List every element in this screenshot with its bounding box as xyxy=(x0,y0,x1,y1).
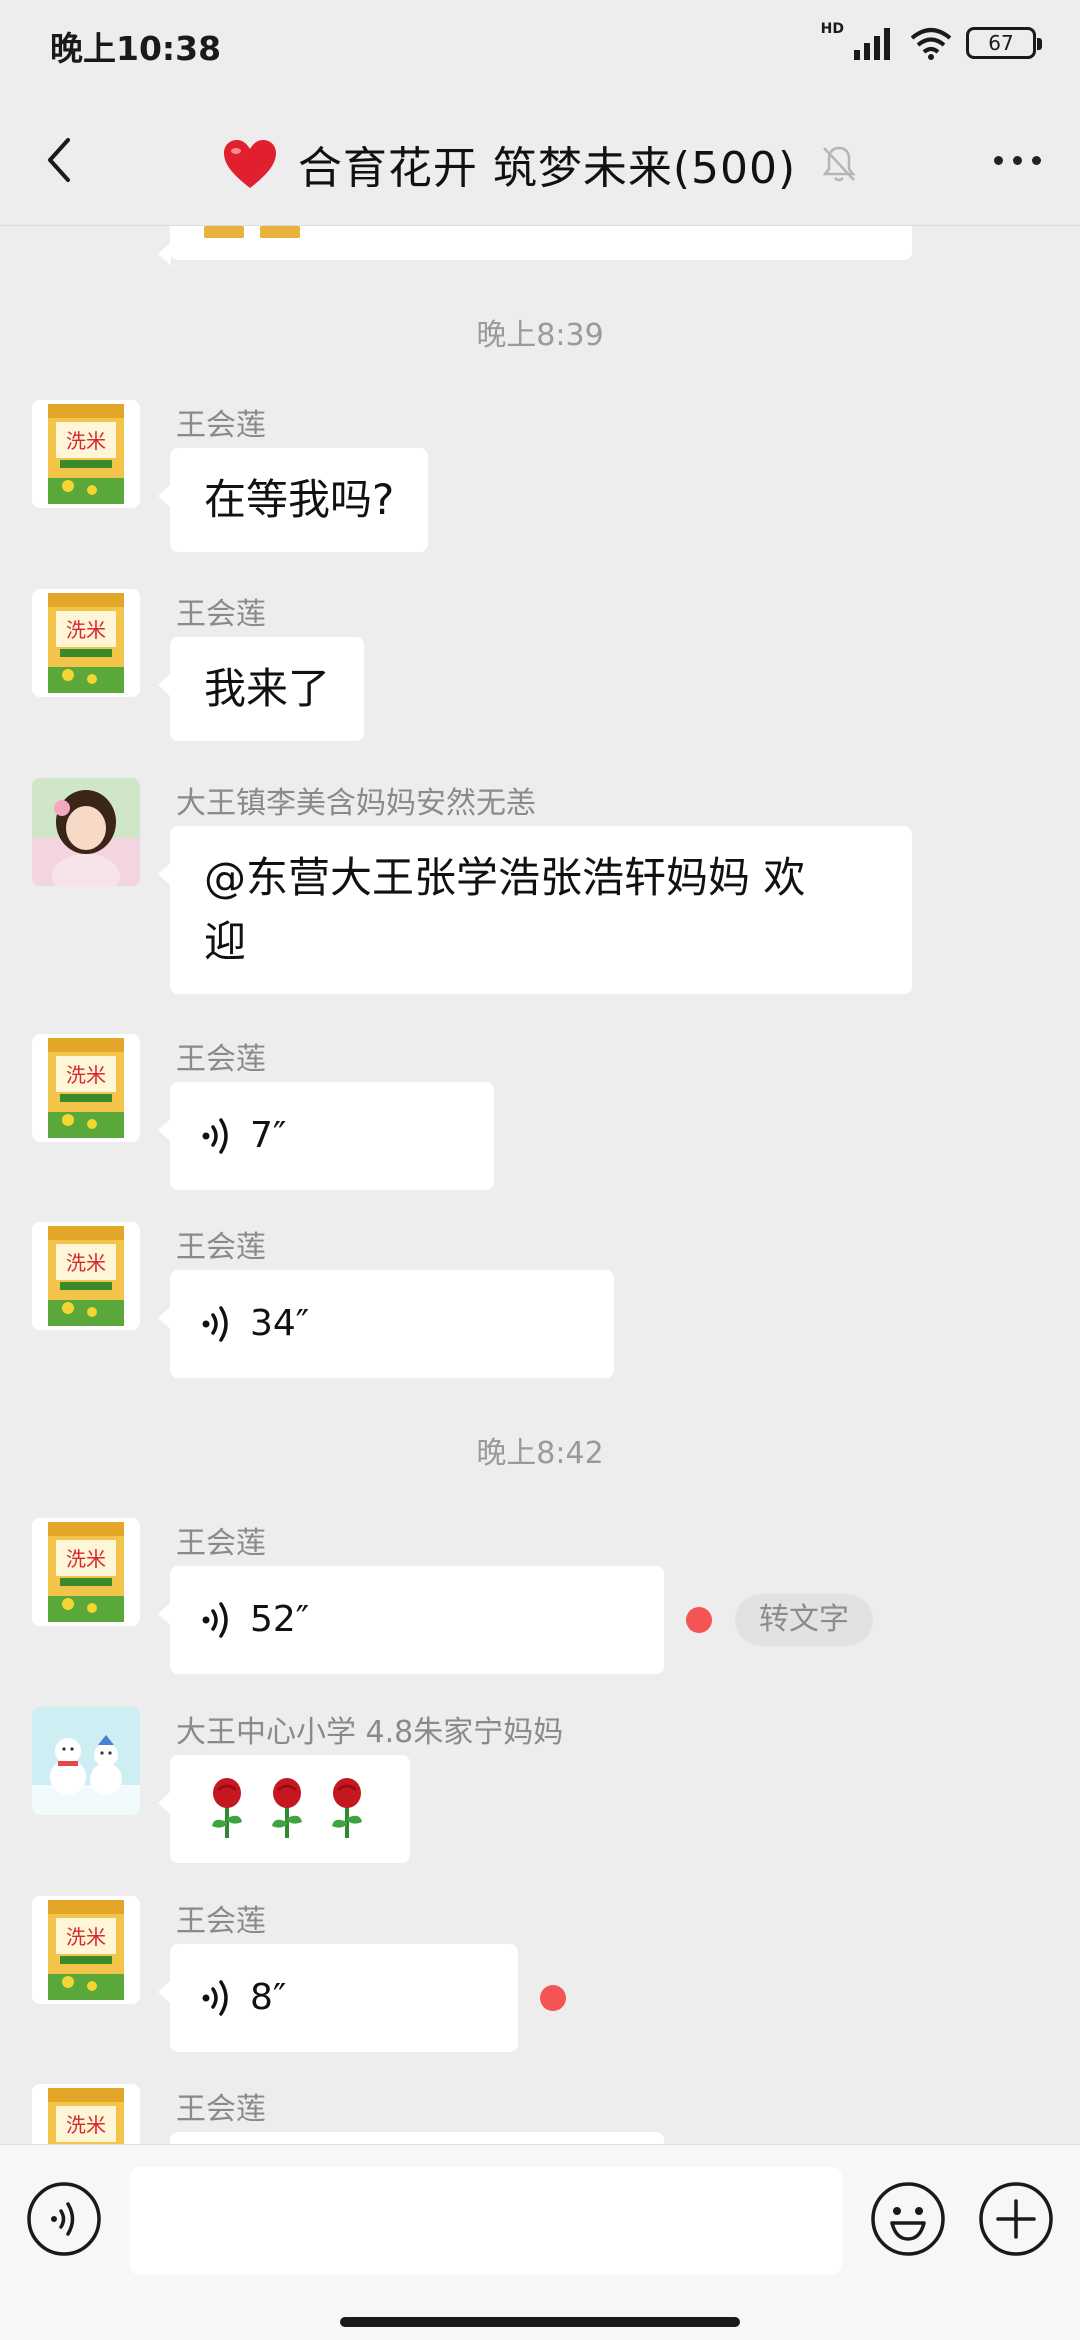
more-dot xyxy=(1031,155,1041,165)
voice-input-button[interactable] xyxy=(26,2181,102,2257)
girl-photo-avatar-image xyxy=(32,778,140,886)
avatar[interactable]: 洗米 xyxy=(32,1222,140,1330)
svg-text:洗米: 洗米 xyxy=(66,1547,106,1571)
svg-text:洗米: 洗米 xyxy=(66,1251,106,1275)
sender-name: 王会莲 xyxy=(176,2092,266,2127)
svg-text:洗米: 洗米 xyxy=(66,618,106,642)
signal-icon xyxy=(854,28,890,60)
unread-dot xyxy=(686,1607,712,1633)
sender-name: 王会莲 xyxy=(176,597,266,632)
message-text-line-1: @东营大王张学浩张浩轩妈妈 欢 xyxy=(204,853,806,902)
more-options-button[interactable] xyxy=(984,136,1050,184)
snowman-avatar-image xyxy=(32,1707,140,1815)
status-icons: HD 67 xyxy=(815,21,1042,60)
heart-icon xyxy=(223,140,276,188)
avatar[interactable] xyxy=(32,1707,140,1815)
voice-duration: 7″ xyxy=(250,1115,287,1156)
sender-name: 王会莲 xyxy=(176,408,266,443)
chat-title[interactable]: 合育花开 筑梦未来(500) xyxy=(0,132,1080,196)
voice-duration: 34″ xyxy=(250,1303,310,1344)
avatar[interactable] xyxy=(32,778,140,886)
voice-message-bubble[interactable]: 34″ xyxy=(158,1270,614,1378)
sender-name: 王会莲 xyxy=(176,1526,266,1561)
plus-icon xyxy=(979,2182,1053,2256)
text-bubble[interactable]: 我来了 xyxy=(157,637,365,741)
message-input[interactable] xyxy=(130,2167,842,2275)
avatar[interactable]: 洗米 xyxy=(32,1518,140,1626)
more-dots-icon xyxy=(993,155,1003,165)
rice-bag-avatar-image: 洗米 xyxy=(32,1896,140,2004)
svg-text:洗米: 洗米 xyxy=(66,2113,106,2137)
voice-duration: 8″ xyxy=(250,1977,287,2018)
avatar[interactable]: 洗米 xyxy=(32,2084,140,2144)
voice-wave-icon xyxy=(202,1602,228,1638)
message-text-line-2: 迎 xyxy=(204,917,247,966)
voice-duration: 52″ xyxy=(250,1599,310,1640)
text-bubble[interactable]: 在等我吗? xyxy=(157,448,429,552)
avatar[interactable]: 洗米 xyxy=(32,1896,140,2004)
voice-message-bubble[interactable]: 7″ xyxy=(158,1082,494,1190)
chat-title-bar: 合育花开 筑梦未来(500) xyxy=(0,92,1080,226)
battery-indicator: 67 xyxy=(966,27,1042,59)
message-bubble[interactable] xyxy=(158,226,912,266)
voice-message-bubble[interactable]: 8″ xyxy=(158,1944,518,2052)
svg-text:洗米: 洗米 xyxy=(66,1063,106,1087)
voice-wave-icon xyxy=(202,1980,228,2016)
sender-name: 王会莲 xyxy=(176,1230,266,1265)
sender-name: 大王镇李美含妈妈安然无恙 xyxy=(176,786,536,821)
rice-bag-avatar-image: 洗米 xyxy=(32,1222,140,1330)
emoji-bubble[interactable] xyxy=(158,1755,410,1863)
message-text: 我来了 xyxy=(204,664,331,713)
more-functions-button[interactable] xyxy=(978,2181,1054,2257)
rice-bag-avatar-image: 洗米 xyxy=(32,400,140,508)
hd-label: HD xyxy=(820,21,844,37)
svg-text:洗米: 洗米 xyxy=(66,429,106,453)
convert-to-text-button[interactable]: 转文字 xyxy=(735,1594,873,1646)
rice-bag-avatar-image: 洗米 xyxy=(32,1034,140,1142)
mute-bell-icon xyxy=(822,146,856,182)
rose-icon xyxy=(212,1778,242,1838)
text-bubble[interactable]: @东营大王张学浩张浩轩妈妈 欢 迎 xyxy=(158,826,912,994)
wifi-icon xyxy=(910,28,952,60)
sender-name: 大王中心小学 4.8朱家宁妈妈 xyxy=(176,1715,564,1750)
avatar[interactable]: 洗米 xyxy=(32,1034,140,1142)
avatar[interactable]: 洗米 xyxy=(32,400,140,508)
input-bar xyxy=(0,2144,1080,2340)
more-dot xyxy=(1012,155,1022,165)
group-name: 合育花开 筑梦未来(500) xyxy=(297,143,797,194)
voice-wave-icon xyxy=(202,1306,228,1342)
status-bar: 晚上10:38 HD 67 xyxy=(0,0,1080,92)
home-indicator[interactable] xyxy=(340,2317,740,2327)
sender-name: 王会莲 xyxy=(176,1904,266,1939)
rose-icon xyxy=(272,1778,302,1838)
svg-text:洗米: 洗米 xyxy=(66,1925,106,1949)
message-text: 在等我吗? xyxy=(204,475,395,524)
message-list[interactable]: 晚上8:39 洗米 王会莲 在等我吗? 洗米 王会莲 我来了 大王镇李美含妈妈安… xyxy=(0,226,1080,2144)
voice-wave-icon xyxy=(202,1118,228,1154)
status-time: 晚上10:38 xyxy=(50,29,222,68)
rose-icon xyxy=(332,1778,362,1838)
emoji-icon xyxy=(871,2182,945,2256)
emoji-button[interactable] xyxy=(870,2181,946,2257)
avatar[interactable]: 洗米 xyxy=(32,589,140,697)
emoji-fragment xyxy=(204,226,244,238)
voice-message-bubble[interactable]: 52″ xyxy=(158,1566,664,1674)
rice-bag-avatar-image: 洗米 xyxy=(32,1518,140,1626)
emoji-fragment xyxy=(260,226,300,238)
timestamp: 晚上8:39 xyxy=(476,318,604,353)
sender-name: 王会莲 xyxy=(176,1042,266,1077)
rice-bag-avatar-image: 洗米 xyxy=(32,2084,140,2144)
unread-dot xyxy=(540,1985,566,2011)
emoji-row xyxy=(170,1755,410,1863)
rice-bag-avatar-image: 洗米 xyxy=(32,589,140,697)
voice-input-icon xyxy=(27,2182,101,2256)
message-bubble[interactable] xyxy=(170,2132,664,2144)
timestamp: 晚上8:42 xyxy=(476,1436,604,1471)
